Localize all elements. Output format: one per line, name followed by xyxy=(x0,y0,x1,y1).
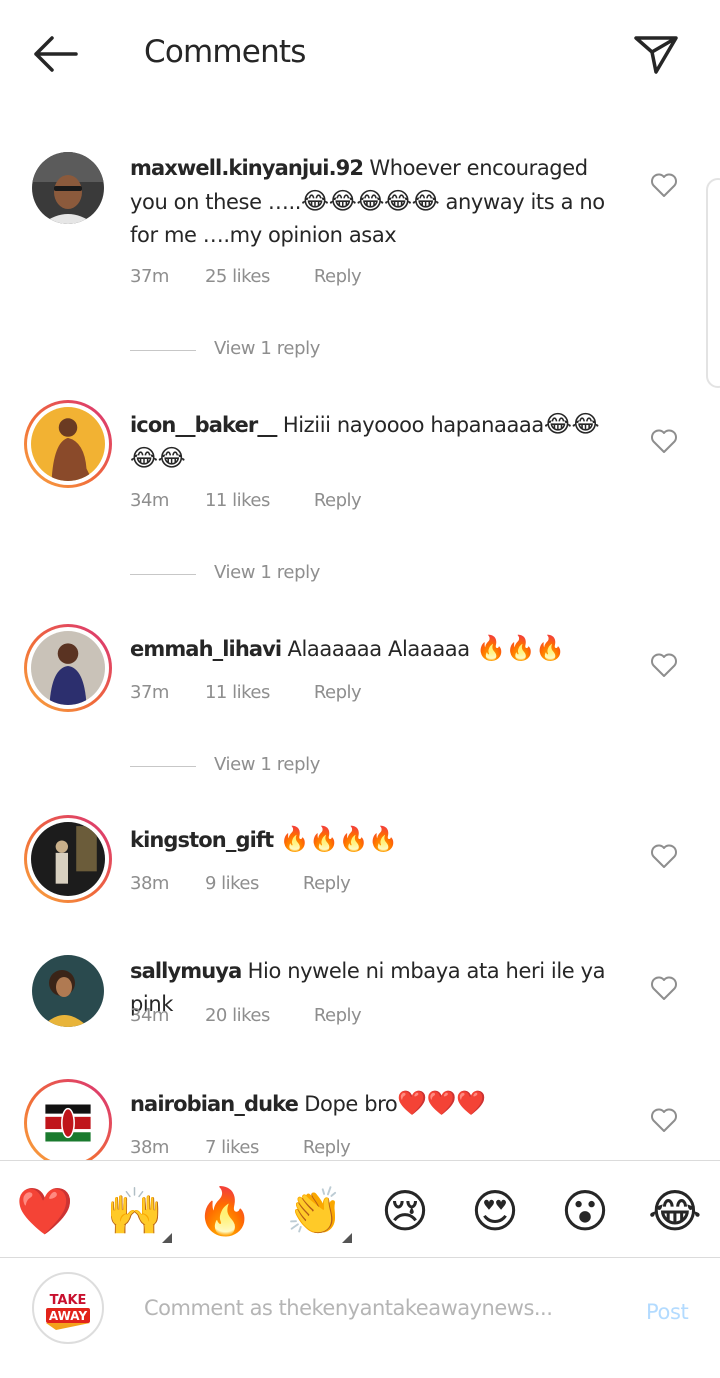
emoji-heart-eyes-button[interactable]: 😍 xyxy=(464,1183,526,1239)
comment-time: 34m xyxy=(130,490,169,511)
avatar[interactable] xyxy=(24,815,112,903)
comment-likes[interactable]: 9 likes xyxy=(205,873,259,894)
comment-likes[interactable]: 11 likes xyxy=(205,682,270,703)
scroll-indicator[interactable] xyxy=(706,178,720,388)
avatar[interactable] xyxy=(24,624,112,712)
comment-likes[interactable]: 7 likes xyxy=(205,1137,259,1158)
heart-outline-icon xyxy=(651,976,677,1000)
comment-meta: 34m 20 likes Reply xyxy=(130,1005,362,1026)
comment-emojis: 😂😂😂😂😂 xyxy=(301,187,440,215)
page-title: Comments xyxy=(144,34,306,70)
heart-outline-icon xyxy=(651,1108,677,1132)
divider-line xyxy=(130,766,196,767)
heart-outline-icon xyxy=(651,653,677,677)
reply-button[interactable]: Reply xyxy=(303,873,351,894)
view-replies-button[interactable]: View 1 reply xyxy=(130,562,430,588)
like-button[interactable] xyxy=(650,652,678,678)
comment-time: 38m xyxy=(130,873,169,894)
comment-likes[interactable]: 20 likes xyxy=(205,1005,270,1026)
comment-emojis: ❤️❤️❤️ xyxy=(397,1089,486,1117)
emoji-surprised-button[interactable]: 😮 xyxy=(554,1183,616,1239)
reply-button[interactable]: Reply xyxy=(314,266,362,287)
reply-button[interactable]: Reply xyxy=(314,1005,362,1026)
back-button[interactable] xyxy=(28,30,84,78)
emoji-quick-bar: ❤️ 🙌 🔥 👏 😢 😍 😮 😂 xyxy=(0,1160,720,1258)
comment-likes[interactable]: 11 likes xyxy=(205,490,270,511)
paper-plane-icon xyxy=(634,36,678,74)
heart-outline-icon xyxy=(651,173,677,197)
comment-username[interactable]: kingston_gift xyxy=(130,828,274,852)
like-button[interactable] xyxy=(650,843,678,869)
comment-username[interactable]: icon__baker__ xyxy=(130,413,277,437)
svg-text:AWAY: AWAY xyxy=(49,1309,88,1323)
comment-username[interactable]: maxwell.kinyanjui.92 xyxy=(130,156,364,180)
view-replies-label: View 1 reply xyxy=(214,338,320,359)
emoji-heart-button[interactable]: ❤️ xyxy=(14,1183,76,1239)
comment-body: Alaaaaaa Alaaaaa xyxy=(287,637,477,661)
comment-emojis: 🔥🔥🔥🔥 xyxy=(279,825,398,853)
heart-outline-icon xyxy=(651,429,677,453)
comment-input[interactable] xyxy=(144,1296,584,1320)
comment-body: Dope bro xyxy=(304,1092,398,1116)
reply-button[interactable]: Reply xyxy=(303,1137,351,1158)
divider-line xyxy=(130,574,196,575)
comment-time: 37m xyxy=(130,682,169,703)
emoji-clap-glyph: 👏 xyxy=(286,1184,344,1238)
emoji-clap-button[interactable]: 👏 xyxy=(284,1183,352,1243)
divider-line xyxy=(130,350,196,351)
comment-emojis: 🔥🔥🔥 xyxy=(476,634,565,662)
like-button[interactable] xyxy=(650,172,678,198)
top-bar: Comments xyxy=(0,0,720,108)
emoji-laughing-button[interactable]: 😂 xyxy=(644,1183,706,1239)
comment-meta: 37m 11 likes Reply xyxy=(130,682,362,703)
comment-meta: 34m 11 likes Reply xyxy=(130,490,362,511)
avatar[interactable] xyxy=(32,152,104,224)
comment-username[interactable]: sallymuya xyxy=(130,959,242,983)
avatar[interactable] xyxy=(24,1079,112,1167)
emoji-fire-button[interactable]: 🔥 xyxy=(194,1183,256,1239)
arrow-left-icon xyxy=(34,36,78,72)
comment-text: emmah_lihavi Alaaaaaa Alaaaaa 🔥🔥🔥 xyxy=(130,632,630,666)
emoji-raised-hands-glyph: 🙌 xyxy=(106,1184,164,1238)
comment-time: 38m xyxy=(130,1137,169,1158)
emoji-raised-hands-button[interactable]: 🙌 xyxy=(104,1183,172,1243)
comment-text: maxwell.kinyanjui.92 Whoever encouraged … xyxy=(130,152,630,252)
view-replies-button[interactable]: View 1 reply xyxy=(130,338,430,364)
reply-button[interactable]: Reply xyxy=(314,682,362,703)
avatar[interactable] xyxy=(24,400,112,488)
skin-tone-indicator-icon xyxy=(342,1233,352,1243)
comment-meta: 38m 7 likes Reply xyxy=(130,1137,351,1158)
skin-tone-indicator-icon xyxy=(162,1233,172,1243)
comment-body: Hiziii nayoooo hapanaaaa xyxy=(282,413,544,437)
reply-button[interactable]: Reply xyxy=(314,490,362,511)
comment-username[interactable]: nairobian_duke xyxy=(130,1092,299,1116)
share-button[interactable] xyxy=(630,30,682,78)
like-button[interactable] xyxy=(650,975,678,1001)
view-replies-label: View 1 reply xyxy=(214,754,320,775)
current-user-avatar: TAKE AWAY xyxy=(32,1272,104,1344)
view-replies-button[interactable]: View 1 reply xyxy=(130,754,430,780)
comment-time: 34m xyxy=(130,1005,169,1026)
comment-text: nairobian_duke Dope bro❤️❤️❤️ xyxy=(130,1087,630,1121)
like-button[interactable] xyxy=(650,1107,678,1133)
comment-username[interactable]: emmah_lihavi xyxy=(130,637,282,661)
comment-meta: 37m 25 likes Reply xyxy=(130,266,362,287)
view-replies-label: View 1 reply xyxy=(214,562,320,583)
comment-meta: 38m 9 likes Reply xyxy=(130,873,351,894)
comment-text: kingston_gift 🔥🔥🔥🔥 xyxy=(130,823,630,857)
emoji-crying-button[interactable]: 😢 xyxy=(374,1183,436,1239)
comment-text: icon__baker__ Hiziii nayoooo hapanaaaa😂😂… xyxy=(130,408,620,476)
comment-composer: TAKE AWAY Post xyxy=(0,1258,720,1378)
comment-time: 37m xyxy=(130,266,169,287)
avatar[interactable] xyxy=(32,955,104,1027)
post-button[interactable]: Post xyxy=(646,1300,689,1324)
comment-likes[interactable]: 25 likes xyxy=(205,266,270,287)
heart-outline-icon xyxy=(651,844,677,868)
like-button[interactable] xyxy=(650,428,678,454)
svg-text:TAKE: TAKE xyxy=(50,1293,87,1308)
